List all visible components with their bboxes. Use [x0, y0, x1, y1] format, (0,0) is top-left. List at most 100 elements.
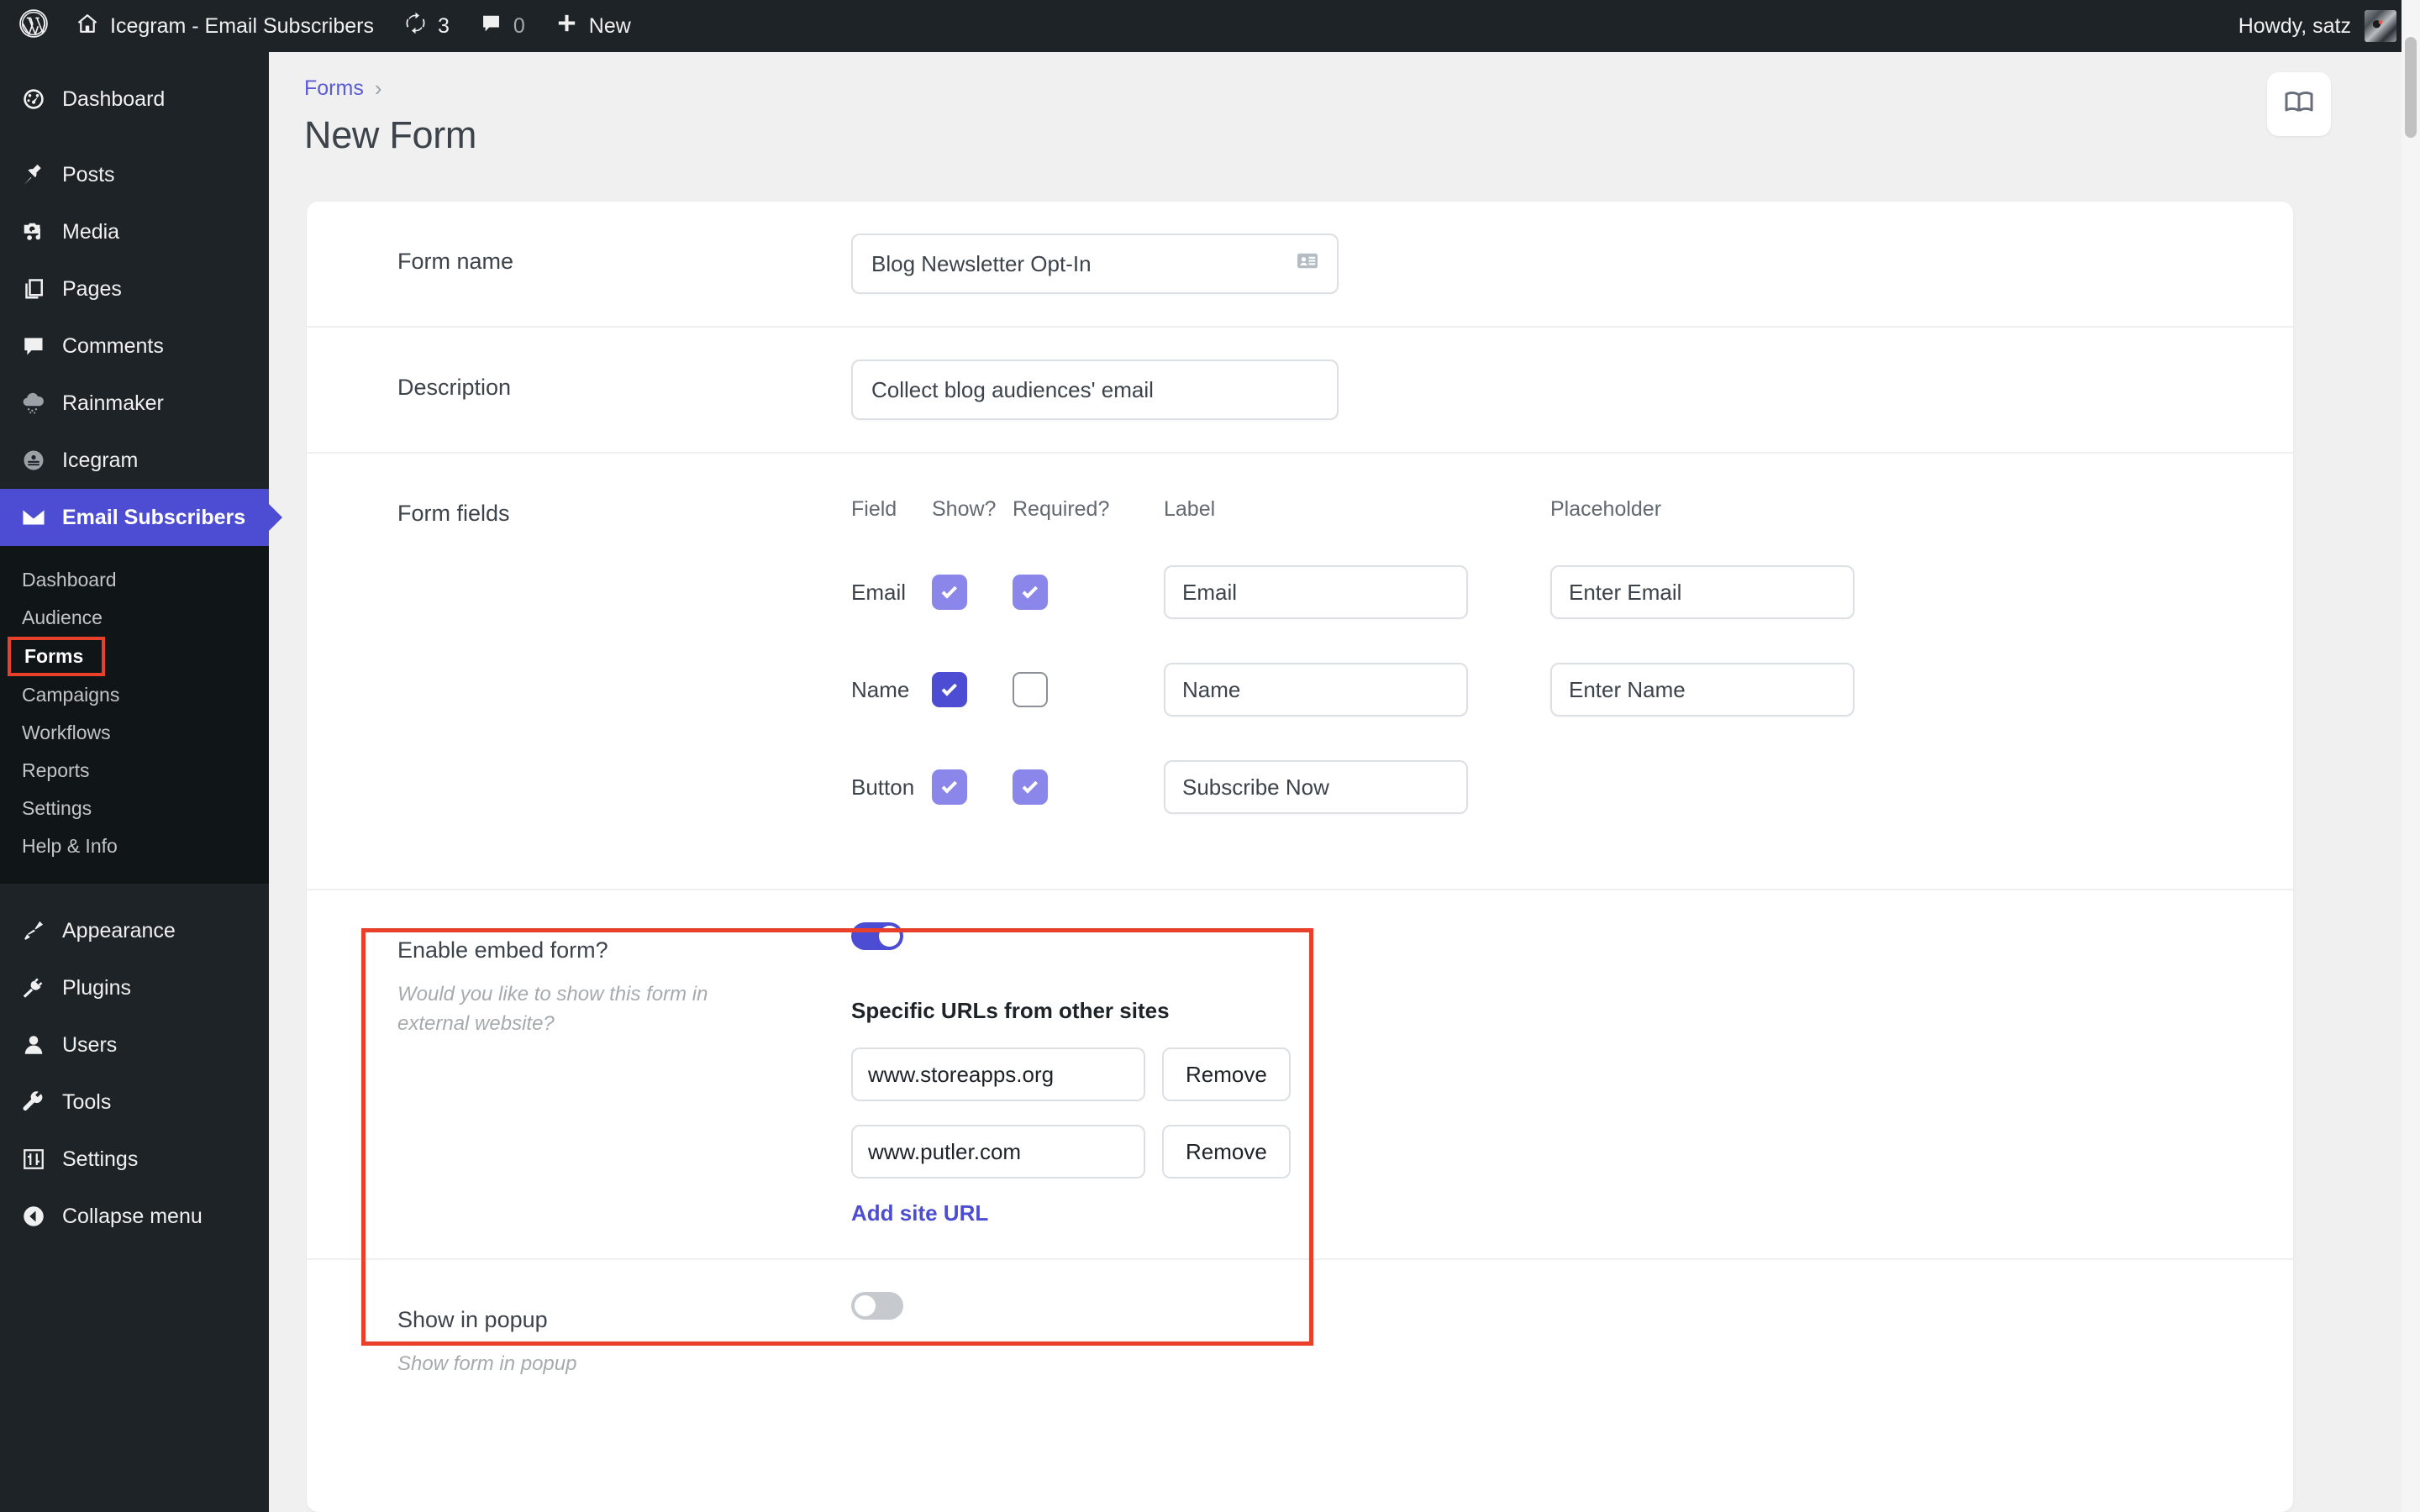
sidebar-item-label: Media	[62, 219, 120, 244]
column-header-field: Field	[851, 497, 897, 521]
field-name-button: Button	[851, 774, 915, 800]
form-name-input[interactable]: Blog Newsletter Opt-In	[851, 234, 1339, 294]
enable-embed-form-title: Enable embed form?	[397, 937, 608, 963]
column-header-placeholder: Placeholder	[1550, 497, 1662, 521]
form-fields-body: Field Show? Required? Label Placeholder …	[851, 454, 2293, 846]
field-label-cell: Subscribe Now	[1164, 760, 1550, 814]
page-title: New Form	[304, 113, 477, 156]
sidebar-item-label: Collapse menu	[62, 1204, 203, 1228]
sidebar-item-label: Rainmaker	[62, 391, 164, 415]
sidebar-item-dashboard[interactable]: Dashboard	[0, 71, 269, 128]
field-label-cell: Name	[1164, 663, 1550, 717]
name-label-value: Name	[1182, 676, 1241, 702]
updates-menu[interactable]: 3	[389, 0, 465, 52]
sidebar-item-users[interactable]: Users	[0, 1016, 269, 1074]
sidebar-item-plugins[interactable]: Plugins	[0, 959, 269, 1016]
sidebar-item-label: Icegram	[62, 448, 139, 472]
form-name-label: Form name	[397, 249, 514, 274]
dashboard-gauge-icon	[18, 84, 49, 114]
wrench-icon	[18, 1087, 49, 1117]
field-row-button: Button Subscribe Now	[851, 760, 2293, 814]
row-show-in-popup: Show in popup Show form in popup	[307, 1260, 2293, 1420]
row-form-name: Form name Blog Newsletter Opt-In	[307, 202, 2293, 328]
sidebar-item-email-subscribers[interactable]: Email Subscribers	[0, 489, 269, 546]
show-in-popup-title: Show in popup	[397, 1307, 548, 1332]
email-required-checkbox[interactable]	[1013, 575, 1048, 610]
sidebar-item-rainmaker[interactable]: Rainmaker	[0, 375, 269, 432]
field-placeholder-cell: Enter Email	[1550, 565, 1886, 619]
name-placeholder-value: Enter Name	[1569, 676, 1686, 702]
site-url-input-2[interactable]: www.putler.com	[851, 1125, 1145, 1179]
remove-site-url-button-1[interactable]: Remove	[1162, 1047, 1291, 1101]
sidebar-subitem-help-info[interactable]: Help & Info	[0, 827, 269, 865]
paint-brush-icon	[18, 916, 49, 946]
sidebar-item-label: Posts	[62, 162, 115, 186]
email-placeholder-input[interactable]: Enter Email	[1550, 565, 1854, 619]
remove-site-url-button-2[interactable]: Remove	[1162, 1125, 1291, 1179]
field-row-name: Name Name Enter Name	[851, 663, 2293, 717]
contact-card-icon[interactable]	[1295, 249, 1320, 280]
sidebar-subitem-workflows[interactable]: Workflows	[0, 714, 269, 752]
main-content: Forms › New Form Form name Blog Newslett…	[269, 52, 2408, 1512]
sidebar-item-comments[interactable]: Comments	[0, 318, 269, 375]
sidebar-subitem-audience[interactable]: Audience	[0, 599, 269, 637]
sidebar-subitem-reports[interactable]: Reports	[0, 752, 269, 790]
updates-refresh-icon	[404, 12, 427, 40]
enable-embed-form-toggle[interactable]	[851, 922, 903, 950]
form-settings-card: Form name Blog Newsletter Opt-In Descrip…	[307, 202, 2293, 1512]
comments-menu[interactable]: 0	[465, 0, 540, 52]
sidebar-item-label: Dashboard	[62, 87, 166, 111]
breadcrumb-forms-link[interactable]: Forms	[304, 76, 364, 101]
row-form-fields: Form fields Field Show? Required? Label …	[307, 454, 2293, 890]
icegram-circle-icon	[18, 445, 49, 475]
description-input[interactable]: Collect blog audiences' email	[851, 360, 1339, 420]
add-site-url-link[interactable]: Add site URL	[851, 1200, 988, 1226]
email-show-checkbox[interactable]	[932, 575, 967, 610]
site-url-value-2: www.putler.com	[868, 1138, 1022, 1164]
user-icon	[18, 1030, 49, 1060]
site-name-menu[interactable]: Icegram - Email Subscribers	[60, 0, 389, 52]
account-menu[interactable]: Howdy, satz	[2238, 10, 2420, 42]
description-label: Description	[397, 375, 512, 400]
sidebar-item-appearance[interactable]: Appearance	[0, 902, 269, 959]
email-label-input[interactable]: Email	[1164, 565, 1468, 619]
button-show-checkbox[interactable]	[932, 769, 967, 805]
sidebar-subitem-dashboard[interactable]: Dashboard	[0, 561, 269, 599]
sidebar-subitem-forms[interactable]: Forms	[8, 637, 106, 676]
button-required-checkbox[interactable]	[1013, 769, 1048, 805]
name-label-input[interactable]: Name	[1164, 663, 1468, 717]
sidebar-spacer-top	[0, 52, 269, 71]
description-body: Collect blog audiences' email	[851, 328, 2293, 452]
media-camera-music-icon	[18, 217, 49, 247]
show-in-popup-body	[851, 1260, 2293, 1356]
sidebar-item-icegram[interactable]: Icegram	[0, 432, 269, 489]
enable-embed-form-hint: Would you like to show this form in exte…	[397, 983, 708, 1035]
show-in-popup-toggle[interactable]	[851, 1292, 903, 1320]
sidebar-subitem-settings[interactable]: Settings	[0, 790, 269, 827]
sidebar-item-tools[interactable]: Tools	[0, 1074, 269, 1131]
comments-count: 0	[513, 13, 525, 38]
site-url-input-1[interactable]: www.storeapps.org	[851, 1047, 1145, 1101]
name-placeholder-input[interactable]: Enter Name	[1550, 663, 1854, 717]
sidebar-item-pages[interactable]: Pages	[0, 260, 269, 318]
specific-urls-heading: Specific URLs from other sites	[851, 998, 1170, 1023]
sidebar-item-label: Settings	[62, 1147, 139, 1171]
sidebar-subitem-campaigns[interactable]: Campaigns	[0, 676, 269, 714]
sidebar-item-label: Tools	[62, 1089, 112, 1114]
sidebar-collapse-menu-button[interactable]: Collapse menu	[0, 1188, 269, 1245]
field-show-cell	[932, 672, 1013, 707]
enable-embed-form-label: Enable embed form? Would you like to sho…	[397, 890, 851, 1039]
button-label-input[interactable]: Subscribe Now	[1164, 760, 1468, 814]
page-scrollbar[interactable]	[2402, 0, 2420, 1512]
sidebar-item-media[interactable]: Media	[0, 203, 269, 260]
wp-logo-menu[interactable]	[0, 0, 60, 52]
documentation-button[interactable]	[2267, 72, 2331, 136]
new-content-menu[interactable]: New	[540, 0, 646, 52]
scrollbar-thumb[interactable]	[2405, 37, 2417, 138]
field-required-cell	[1013, 672, 1164, 707]
comment-bubble-icon	[480, 12, 502, 40]
name-show-checkbox[interactable]	[932, 672, 967, 707]
name-required-checkbox[interactable]	[1013, 672, 1048, 707]
sidebar-item-posts[interactable]: Posts	[0, 146, 269, 203]
sidebar-item-settings[interactable]: Settings	[0, 1131, 269, 1188]
